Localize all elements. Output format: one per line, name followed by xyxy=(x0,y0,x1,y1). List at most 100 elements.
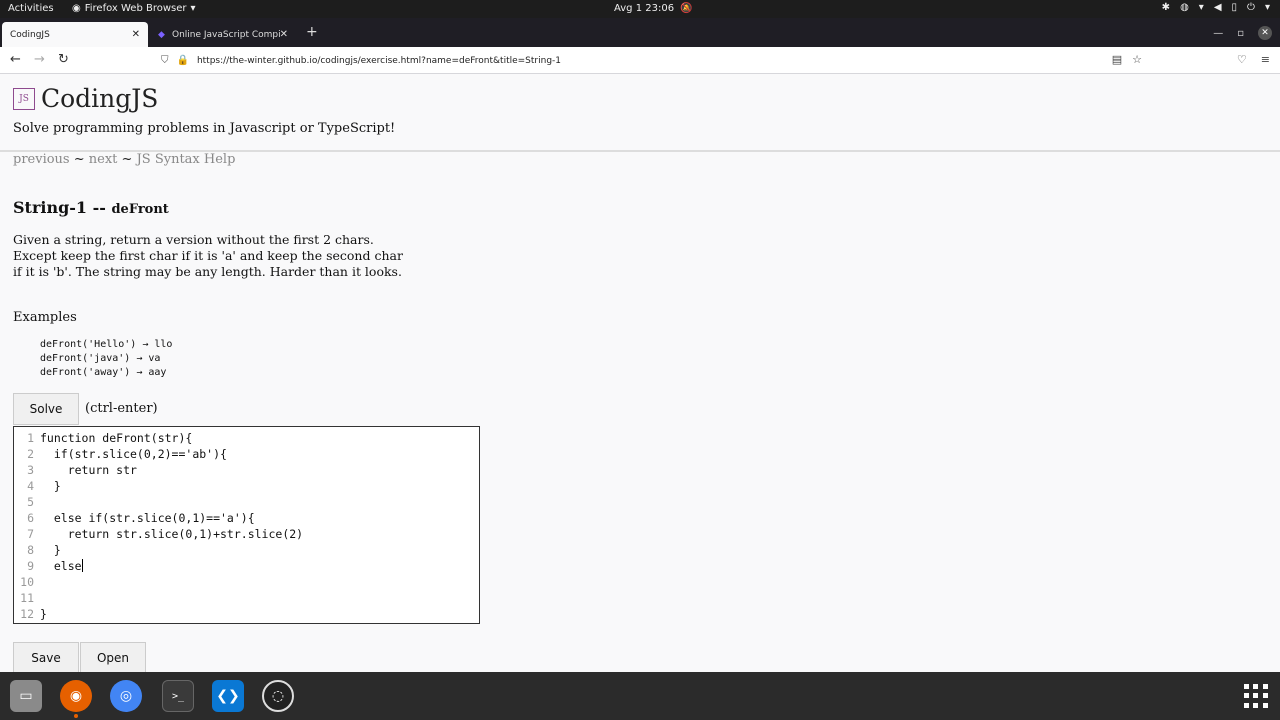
line-number: 9 xyxy=(27,559,34,573)
previous-link[interactable]: previous xyxy=(13,152,70,167)
wifi-icon: ▾ xyxy=(1198,2,1204,13)
url-text[interactable]: https://the-winter.github.io/codingjs/ex… xyxy=(197,56,561,66)
files-icon[interactable]: ▭ xyxy=(10,680,42,712)
open-button[interactable]: Open xyxy=(80,642,146,672)
solve-button[interactable]: Solve xyxy=(13,393,79,425)
line-number: 3 xyxy=(27,463,34,477)
clock-label: Avg 1 23:06 xyxy=(614,3,675,14)
running-indicator xyxy=(74,714,78,718)
lock-icon[interactable]: 🔒 xyxy=(177,55,189,66)
navigation-bar: ← → ↻ ⛉ 🔒 https://the-winter.github.io/c… xyxy=(0,47,1280,74)
line-number: 8 xyxy=(27,543,34,557)
new-tab-button[interactable]: + xyxy=(306,24,318,40)
dock: ▭ ◉ ◎ >_ ❮❯ ◌ xyxy=(0,672,1280,720)
show-applications-icon[interactable] xyxy=(1244,684,1268,708)
code-line[interactable]: 2 if(str.slice(0,2)=='ab'){ xyxy=(14,446,479,462)
reader-view-icon[interactable]: ▤ xyxy=(1112,53,1122,66)
code-line[interactable]: 1 function deFront(str){ xyxy=(14,430,479,446)
url-bar[interactable]: ⛉ 🔒 https://the-winter.github.io/codingj… xyxy=(155,50,1148,71)
chrome-icon[interactable]: ◎ xyxy=(110,680,142,712)
text-cursor xyxy=(81,559,83,572)
chrome-tray-icon: ◍ xyxy=(1180,2,1189,13)
clock[interactable]: Avg 1 23:06 🔕 xyxy=(614,3,693,14)
next-link[interactable]: next xyxy=(89,152,118,167)
line-number: 11 xyxy=(20,591,34,605)
vscode-icon[interactable]: ❮❯ xyxy=(212,680,244,712)
examples-heading: Examples xyxy=(13,310,77,325)
tagline: Solve programming problems in Javascript… xyxy=(13,121,396,136)
maximize-icon[interactable]: ▫ xyxy=(1237,28,1244,39)
activities-button[interactable]: Activities xyxy=(8,3,54,14)
save-button[interactable]: Save xyxy=(13,642,79,672)
code-text: else if(str.slice(0,1)=='a'){ xyxy=(40,511,255,525)
menu-icon[interactable]: ≡ xyxy=(1261,53,1270,66)
back-icon[interactable]: ← xyxy=(10,52,21,67)
close-icon[interactable]: ✕ xyxy=(280,29,288,40)
firefox-icon[interactable]: ◉ xyxy=(60,680,92,712)
code-text: else xyxy=(40,559,82,573)
tab-strip: CodingJS ✕ ◆ Online JavaScript Compil ✕ … xyxy=(0,18,1280,47)
code-line[interactable]: 9 else xyxy=(14,558,479,574)
code-line[interactable]: 6 else if(str.slice(0,1)=='a'){ xyxy=(14,510,479,526)
tab-codingjs[interactable]: CodingJS ✕ xyxy=(2,22,148,47)
examples-list: deFront('Hello') → llo deFront('java') →… xyxy=(40,338,172,380)
problem-description: Given a string, return a version without… xyxy=(13,232,403,279)
chevron-down-icon: ▾ xyxy=(1264,2,1270,13)
code-line[interactable]: 11 xyxy=(14,590,479,606)
system-tray[interactable]: ✱ ◍ ▾ ◀ ▯ ⏻ ▾ xyxy=(1162,2,1270,13)
close-window-button[interactable]: ✕ xyxy=(1258,26,1272,40)
code-line[interactable]: 7 return str.slice(0,1)+str.slice(2) xyxy=(14,526,479,542)
line-number: 6 xyxy=(27,511,34,525)
favicon-icon: ◆ xyxy=(158,29,165,40)
syntax-help-link[interactable]: JS Syntax Help xyxy=(137,152,236,167)
code-text: return str.slice(0,1)+str.slice(2) xyxy=(40,527,304,541)
example-item: deFront('Hello') → llo xyxy=(40,339,173,350)
problem-category: String-1 -- xyxy=(13,198,112,217)
page-content: JS CodingJS Solve programming problems i… xyxy=(0,74,1280,672)
bluetooth-icon: ✱ xyxy=(1161,2,1171,13)
code-line[interactable]: 10 xyxy=(14,574,479,590)
code-line[interactable]: 12} xyxy=(14,606,479,622)
app-menu[interactable]: ◉ Firefox Web Browser ▾ xyxy=(72,3,196,14)
line-number: 10 xyxy=(20,575,34,589)
app-menu-label: Firefox Web Browser xyxy=(84,3,187,14)
code-line[interactable]: 8 } xyxy=(14,542,479,558)
tab-title: Online JavaScript Compil xyxy=(172,29,280,40)
example-item: deFront('java') → va xyxy=(40,353,161,364)
chevron-down-icon: ▾ xyxy=(190,3,196,14)
line-number: 1 xyxy=(27,431,34,445)
code-line[interactable]: 5 xyxy=(14,494,479,510)
tab-online-js-compiler[interactable]: ◆ Online JavaScript Compil ✕ xyxy=(150,22,296,47)
close-icon[interactable]: ✕ xyxy=(132,29,140,40)
minimize-icon[interactable]: — xyxy=(1213,28,1223,39)
example-item: deFront('away') → aay xyxy=(40,367,167,378)
site-header: JS CodingJS xyxy=(13,84,158,113)
logo-icon: JS xyxy=(13,87,35,110)
shortcut-hint: (ctrl-enter) xyxy=(85,401,158,416)
forward-icon[interactable]: → xyxy=(34,52,45,67)
terminal-icon[interactable]: >_ xyxy=(162,680,194,712)
power-icon: ⏻ xyxy=(1247,2,1255,13)
line-number: 2 xyxy=(27,447,34,461)
firefox-icon: ◉ xyxy=(72,3,81,14)
code-line[interactable]: 3 return str xyxy=(14,462,479,478)
bell-muted-icon: 🔕 xyxy=(680,3,693,14)
shield-icon[interactable]: ⛉ xyxy=(161,55,169,66)
battery-icon: ▯ xyxy=(1231,2,1238,13)
problem-function-name: deFront xyxy=(111,202,169,217)
obs-icon[interactable]: ◌ xyxy=(262,680,294,712)
bookmark-star-icon[interactable]: ☆ xyxy=(1132,53,1142,66)
code-text: return str xyxy=(40,463,137,477)
problem-title: String-1 -- deFront xyxy=(13,198,169,217)
code-text: } xyxy=(40,607,47,621)
exercise-nav: previous ~ next ~ JS Syntax Help xyxy=(13,152,235,167)
site-title: CodingJS xyxy=(41,84,159,113)
code-line[interactable]: 4 } xyxy=(14,478,479,494)
nav-separator: ~ xyxy=(69,152,89,167)
code-editor[interactable]: 1 function deFront(str){ 2 if(str.slice(0… xyxy=(13,426,480,624)
pocket-icon[interactable]: ♡ xyxy=(1237,53,1247,66)
system-top-bar: Activities ◉ Firefox Web Browser ▾ Avg 1… xyxy=(0,0,1280,18)
code-text: if(str.slice(0,2)=='ab'){ xyxy=(40,447,227,461)
reload-icon[interactable]: ↻ xyxy=(58,52,69,67)
volume-icon: ◀ xyxy=(1213,2,1222,13)
